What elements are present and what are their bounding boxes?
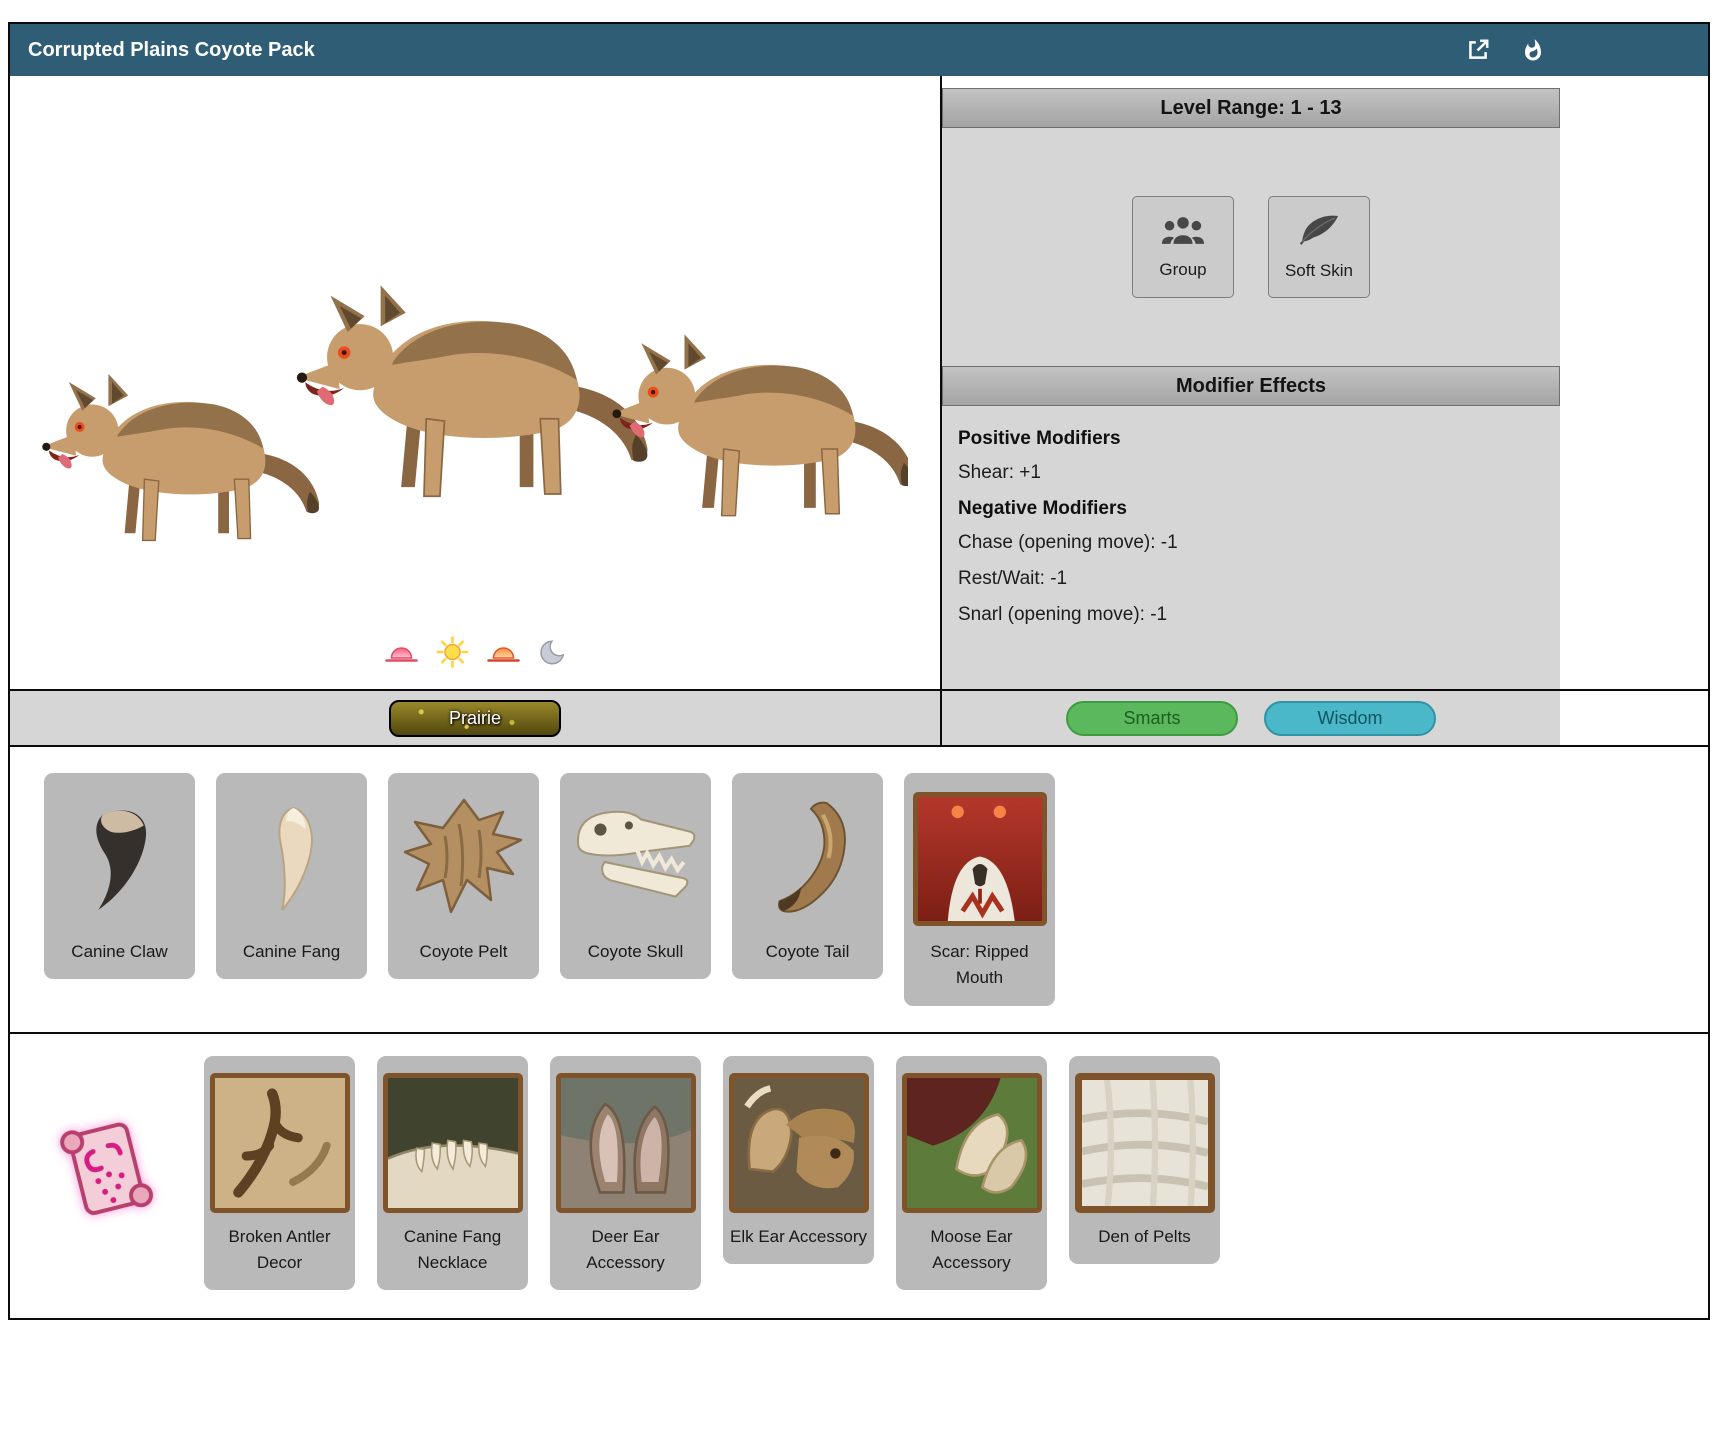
stat-wisdom-badge[interactable]: Wisdom bbox=[1264, 701, 1436, 736]
craft-item-broken-antler-decor[interactable]: Broken Antler Decor bbox=[204, 1056, 355, 1291]
group-label: Group bbox=[1159, 260, 1206, 280]
item-label: Broken Antler Decor bbox=[211, 1224, 348, 1277]
item-label: Elk Ear Accessory bbox=[730, 1224, 867, 1250]
info-column: Level Range: 1 - 13 Group Soft Skin Modi… bbox=[942, 76, 1708, 689]
day-icon bbox=[437, 636, 469, 673]
elk-ear-accessory-icon bbox=[729, 1068, 869, 1218]
coyote-pack-image bbox=[36, 242, 908, 632]
active-time-row bbox=[385, 636, 566, 673]
modifier-line: Shear: +1 bbox=[958, 462, 1544, 484]
sunset-icon bbox=[487, 642, 521, 668]
biome-prairie-badge[interactable]: Prairie bbox=[389, 700, 561, 737]
item-label: Canine Fang bbox=[243, 939, 340, 965]
drop-item-canine-fang[interactable]: Canine Fang bbox=[216, 773, 367, 979]
item-label: Den of Pelts bbox=[1098, 1224, 1191, 1250]
modifier-line: Chase (opening move): -1 bbox=[958, 532, 1544, 554]
canine-fang-necklace-icon bbox=[383, 1068, 523, 1218]
coyote-tail-icon bbox=[754, 785, 862, 933]
soft-skin-button[interactable]: Soft Skin bbox=[1268, 196, 1370, 298]
item-label: Canine Fang Necklace bbox=[384, 1224, 521, 1277]
main-row: Level Range: 1 - 13 Group Soft Skin Modi… bbox=[10, 76, 1708, 689]
drop-item-coyote-skull[interactable]: Coyote Skull bbox=[560, 773, 711, 979]
drop-item-canine-claw[interactable]: Canine Claw bbox=[44, 773, 195, 979]
stats-strip: Smarts Wisdom bbox=[942, 691, 1708, 745]
external-link-icon[interactable] bbox=[1465, 37, 1491, 63]
ability-area: Group Soft Skin bbox=[942, 128, 1560, 366]
drop-item-coyote-pelt[interactable]: Coyote Pelt bbox=[388, 773, 539, 979]
canine-claw-icon bbox=[66, 785, 174, 933]
recipe-scroll-icon[interactable] bbox=[50, 1112, 176, 1235]
drop-item-scar-ripped-mouth[interactable]: Scar: Ripped Mouth bbox=[904, 773, 1055, 1006]
page-title: Corrupted Plains Coyote Pack bbox=[28, 39, 315, 62]
strip-row: Prairie Smarts Wisdom bbox=[10, 689, 1708, 747]
modifier-line: Snarl (opening move): -1 bbox=[958, 604, 1544, 626]
craft-item-moose-ear-accessory[interactable]: Moose Ear Accessory bbox=[896, 1056, 1047, 1291]
item-label: Coyote Pelt bbox=[420, 939, 508, 965]
titlebar: Corrupted Plains Coyote Pack bbox=[10, 24, 1708, 76]
stats-inner: Smarts Wisdom bbox=[942, 691, 1560, 745]
craft-item-deer-ear-accessory[interactable]: Deer Ear Accessory bbox=[550, 1056, 701, 1291]
sunrise-icon bbox=[385, 642, 419, 668]
scar-ripped-mouth-icon bbox=[913, 785, 1047, 933]
creature-image-area bbox=[10, 76, 942, 689]
den-of-pelts-icon bbox=[1075, 1068, 1215, 1218]
coyote-pelt-icon bbox=[399, 785, 529, 933]
night-icon bbox=[539, 639, 566, 671]
broken-antler-decor-icon bbox=[210, 1068, 350, 1218]
item-label: Canine Claw bbox=[71, 939, 167, 965]
drop-item-coyote-tail[interactable]: Coyote Tail bbox=[732, 773, 883, 979]
canine-fang-icon bbox=[243, 785, 341, 933]
moose-ear-accessory-icon bbox=[902, 1068, 1042, 1218]
enemy-info-window: Corrupted Plains Coyote Pack bbox=[8, 22, 1710, 1320]
stat-smarts-badge[interactable]: Smarts bbox=[1066, 701, 1238, 736]
level-range-header: Level Range: 1 - 13 bbox=[942, 88, 1560, 128]
item-label: Coyote Tail bbox=[766, 939, 850, 965]
craft-item-den-of-pelts[interactable]: Den of Pelts bbox=[1069, 1056, 1220, 1264]
positive-modifiers-header: Positive Modifiers bbox=[958, 428, 1544, 450]
biome-strip: Prairie bbox=[10, 691, 942, 745]
drops-section: Canine Claw Canine Fang Coyote Pelt Coyo… bbox=[10, 747, 1708, 1034]
negative-modifiers-header: Negative Modifiers bbox=[958, 498, 1544, 520]
craft-item-canine-fang-necklace[interactable]: Canine Fang Necklace bbox=[377, 1056, 528, 1291]
craft-item-elk-ear-accessory[interactable]: Elk Ear Accessory bbox=[723, 1056, 874, 1264]
deer-ear-accessory-icon bbox=[556, 1068, 696, 1218]
soft-skin-label: Soft Skin bbox=[1285, 261, 1353, 281]
modifier-effects-header: Modifier Effects bbox=[942, 366, 1560, 406]
crafting-section: Broken Antler Decor Canine Fang Necklace… bbox=[10, 1034, 1708, 1319]
item-label: Scar: Ripped Mouth bbox=[911, 939, 1048, 992]
item-label: Deer Ear Accessory bbox=[557, 1224, 694, 1277]
flame-icon[interactable] bbox=[1521, 37, 1545, 64]
item-label: Moose Ear Accessory bbox=[903, 1224, 1040, 1277]
item-label: Coyote Skull bbox=[588, 939, 683, 965]
group-icon bbox=[1160, 215, 1206, 251]
group-button[interactable]: Group bbox=[1132, 196, 1234, 298]
coyote-skull-icon bbox=[570, 785, 702, 933]
modifier-line: Rest/Wait: -1 bbox=[958, 568, 1544, 590]
feather-icon bbox=[1297, 213, 1341, 252]
titlebar-icons bbox=[1465, 24, 1545, 76]
modifiers-panel: Positive Modifiers Shear: +1 Negative Mo… bbox=[942, 406, 1560, 689]
